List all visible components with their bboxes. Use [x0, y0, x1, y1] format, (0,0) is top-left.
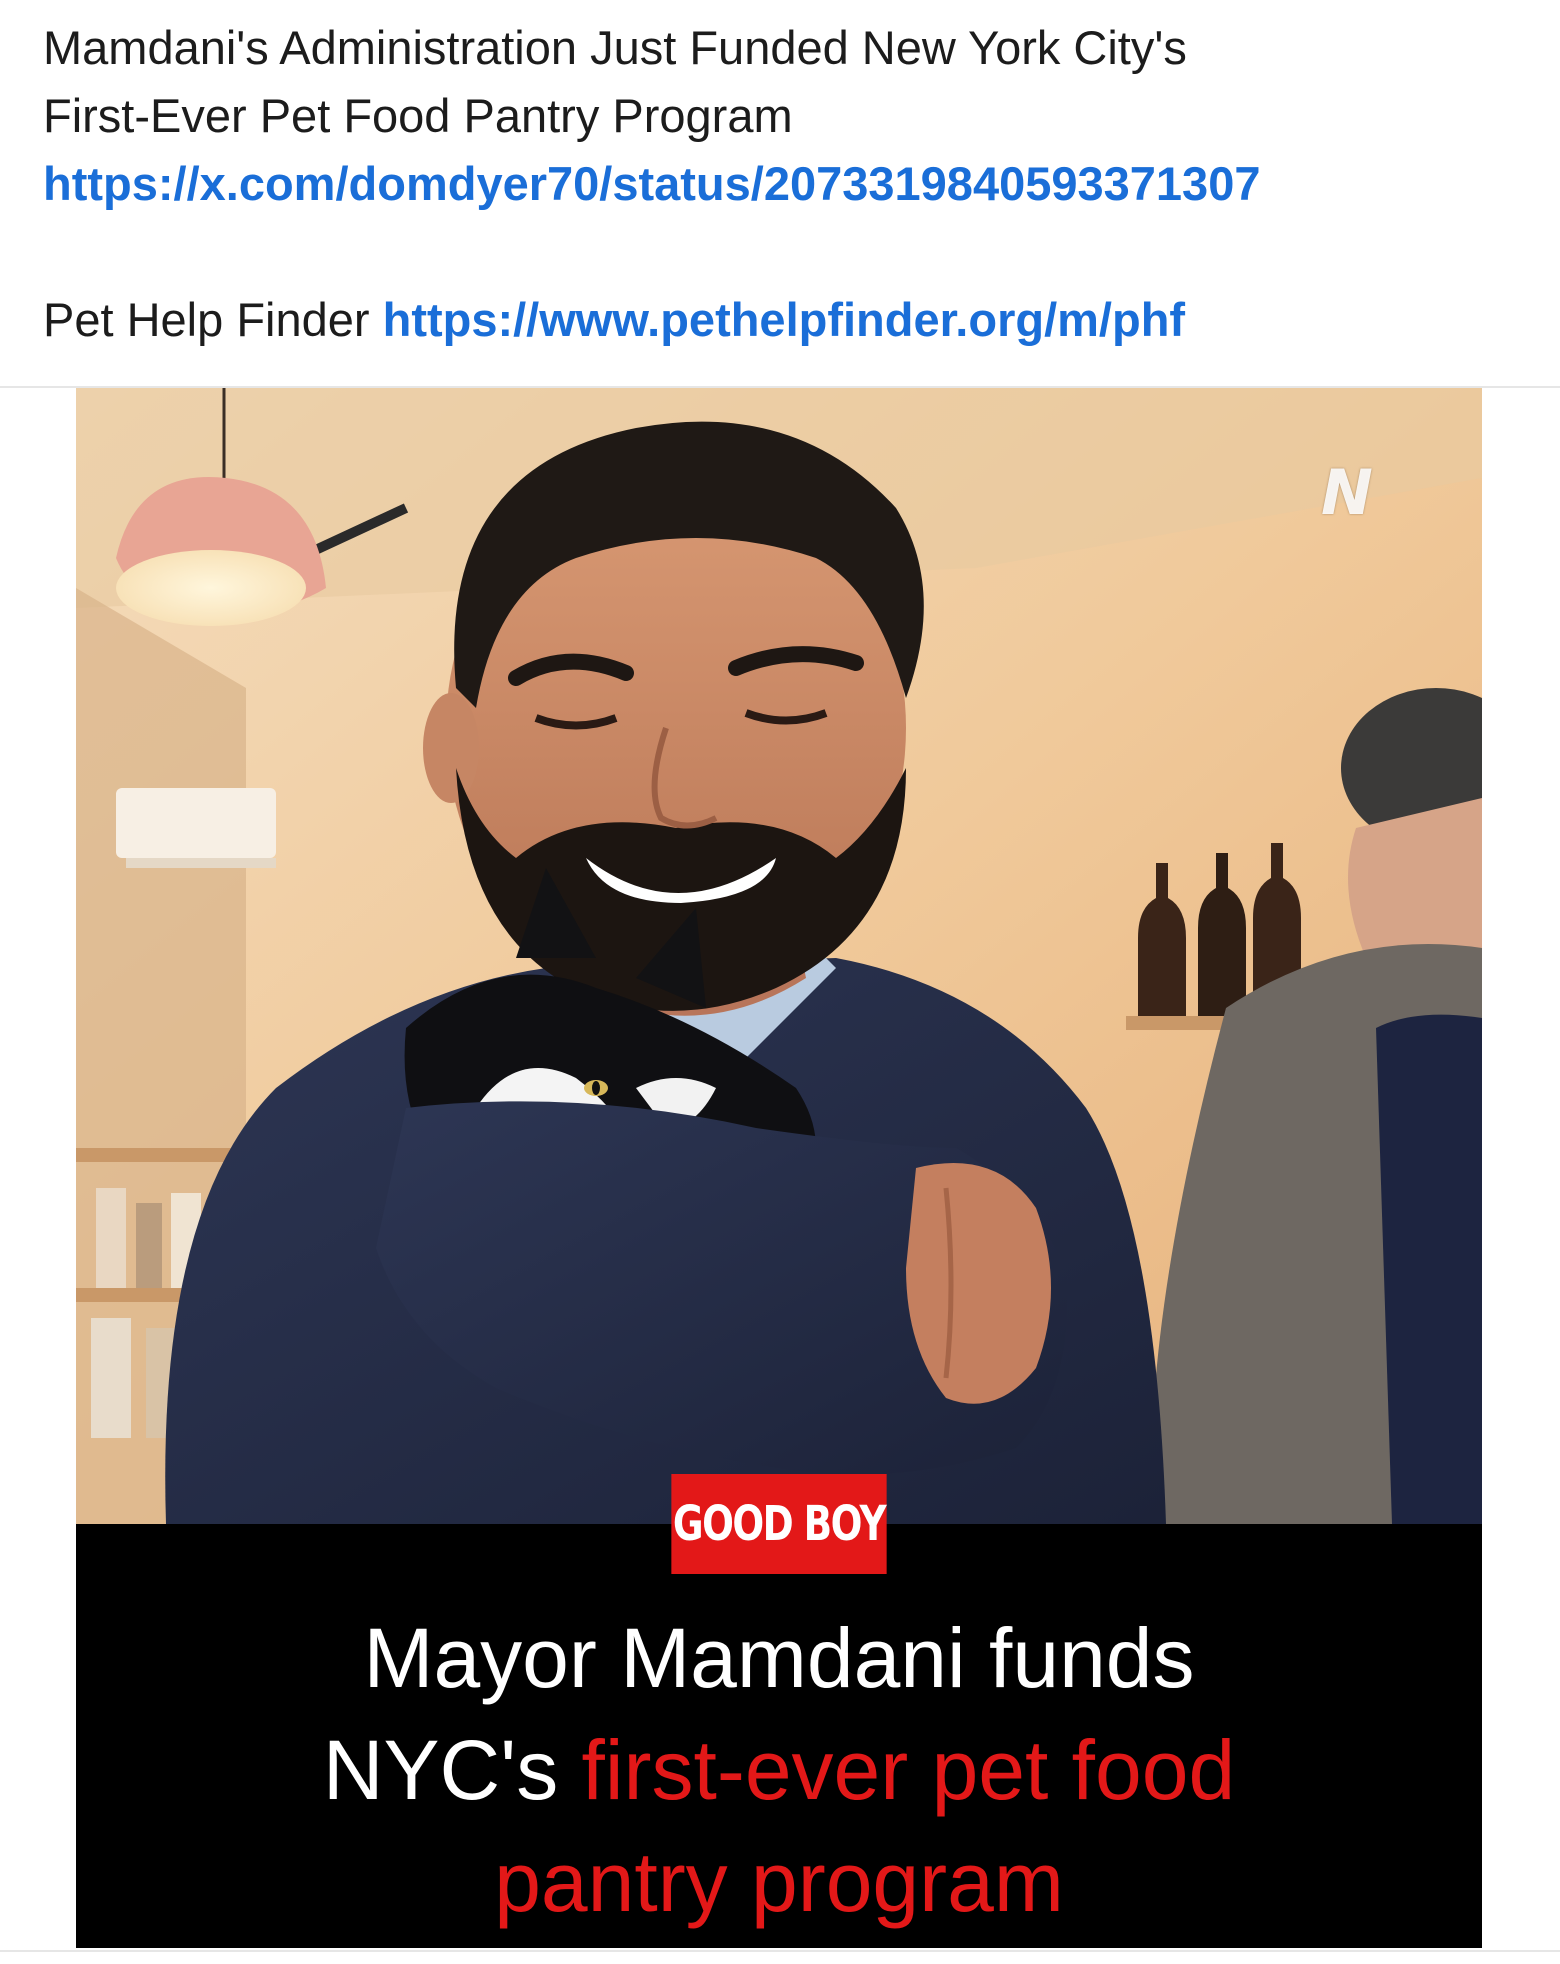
- bottom-divider: [0, 1950, 1560, 1952]
- post-image[interactable]: N GOOD BOY Mayor Mamdani funds NYC's fir…: [76, 388, 1482, 1948]
- post-body: Mamdani's Administration Just Funded New…: [43, 14, 1523, 354]
- social-post: Mamdani's Administration Just Funded New…: [0, 0, 1560, 1964]
- news-logo-watermark: N: [1321, 456, 1373, 529]
- x-status-link[interactable]: https://x.com/domdyer70/status/207331984…: [43, 157, 1260, 210]
- photo-man-holding-kitten: [76, 388, 1482, 1524]
- post-title-line-2: First-Ever Pet Food Pantry Program: [43, 89, 793, 142]
- headline-nyc: NYC's: [322, 1723, 582, 1817]
- image-headline: Mayor Mamdani funds NYC's first-ever pet…: [76, 1602, 1482, 1938]
- good-boy-tag: GOOD BOY: [671, 1474, 887, 1574]
- pet-help-finder-link[interactable]: https://www.pethelpfinder.org/m/phf: [383, 293, 1185, 346]
- headline-line-2: NYC's first-ever pet food: [76, 1714, 1482, 1826]
- headline-highlight-2: pantry program: [494, 1835, 1064, 1929]
- pet-help-finder-label: Pet Help Finder: [43, 293, 370, 346]
- post-title-line-1: Mamdani's Administration Just Funded New…: [43, 21, 1187, 74]
- headline-line-1: Mayor Mamdani funds: [363, 1611, 1195, 1705]
- headline-highlight-1: first-ever pet food: [581, 1723, 1236, 1817]
